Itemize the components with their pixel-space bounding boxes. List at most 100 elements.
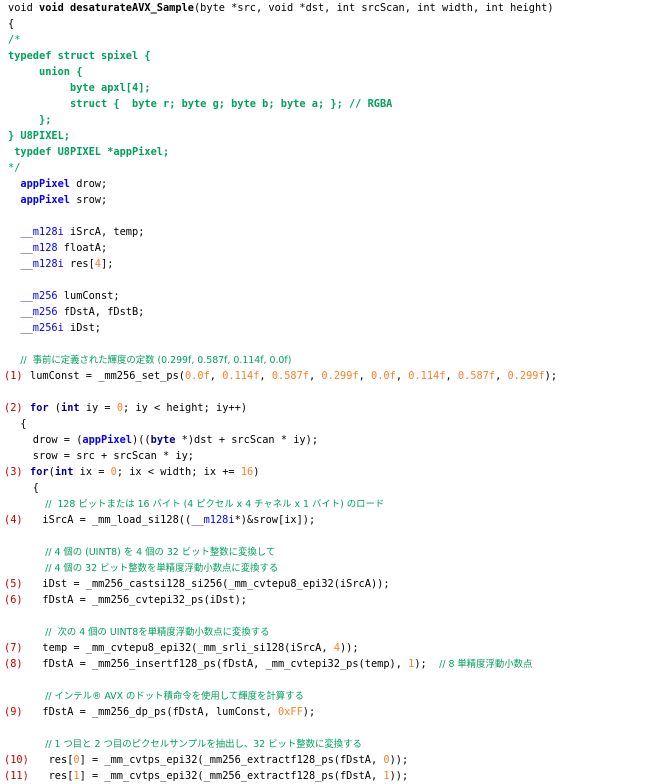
code-token: , [395, 370, 409, 382]
code-token: ; iy < height; iy++) [123, 402, 248, 414]
code-token: lumConst; [57, 290, 120, 302]
code-token: ix = [73, 466, 111, 478]
code-token: )); [389, 754, 409, 766]
code-line: /* [0, 32, 20, 48]
code-token: // 事前に定義された輝度の定数 (0.299f, 0.587f, 0.114f… [20, 355, 292, 366]
code-token: __m256 [20, 290, 58, 302]
code-token: 0.299f [507, 370, 545, 382]
code-token: __m256 [20, 306, 58, 318]
line-marker: (10) [4, 754, 29, 766]
code-token: fDstA = _mm256_insertf128_ps(fDstA, _mm_… [42, 658, 409, 670]
code-token: , [358, 370, 372, 382]
code-token: srow = src + srcScan * iy; [32, 450, 194, 462]
code-token: )(( [132, 434, 151, 446]
code-line: // 事前に定義された輝度の定数 (0.299f, 0.587f, 0.114f… [0, 352, 291, 368]
code-line: union { [0, 64, 82, 80]
code-token: res[ [48, 754, 74, 766]
code-line: (1) lumConst = _mm256_set_ps(0.0f, 0.114f… [0, 368, 557, 384]
code-token: void [8, 2, 39, 14]
code-token: ); [544, 370, 558, 382]
code-token: )); [389, 770, 409, 782]
code-line: (8) fDstA = _mm256_insertf128_ps(fDstA, _… [0, 656, 532, 672]
code-token: int [61, 402, 80, 414]
code-token: } U8PIXEL; [8, 130, 70, 142]
code-line: (10) res[0] = _mm_cvtps_epi32(_mm256_extr… [0, 752, 408, 768]
code-token: 0.587f [457, 370, 496, 382]
code-token: // 8 単精度浮動小数点 [439, 659, 533, 670]
code-token: fDstA = _mm256_dp_ps(fDstA, lumConst, [42, 706, 278, 718]
code-token: *)&srow[ix]); [234, 514, 316, 526]
code-line: { [0, 480, 39, 496]
code-token: ; ix < width; ix += [116, 466, 241, 478]
code-token: , [309, 370, 322, 382]
code-token: ]; [101, 258, 114, 270]
code-token: floatA; [57, 242, 108, 254]
code-line: typdef U8PIXEL *appPixel; [0, 144, 169, 160]
code-token: struct { byte r; byte g; byte b; byte a;… [70, 98, 393, 110]
code-token: /* [8, 34, 21, 46]
code-token: { [8, 18, 15, 30]
line-marker: (4) [4, 514, 23, 526]
code-token: ) [253, 466, 260, 478]
code-token: __m128 [20, 242, 58, 254]
code-token: __m128i [191, 514, 235, 526]
code-token: // 4 個の (UINT8) を 4 個の 32 ビット整数に変換して [45, 547, 276, 558]
line-marker: (3) [4, 466, 23, 478]
code-token: (byte *src, void *dst, int srcScan, int … [193, 2, 554, 14]
code-token: res[ [48, 770, 74, 782]
code-token: temp = _mm_cvtepu8_epi32(_mm_srli_si128(… [42, 642, 334, 654]
code-line: (4) iSrcA = _mm_load_si128((__m128i*)&sro… [0, 512, 315, 528]
code-line: __m128i res[4]; [0, 256, 113, 272]
code-token: , [445, 370, 458, 382]
code-line: (5) iDst = _mm256_castsi128_si256(_mm_cvt… [0, 576, 390, 592]
code-token: appPixel [20, 178, 70, 190]
code-token: iy = [79, 402, 117, 414]
code-token: int [54, 466, 74, 478]
code-token: 0.0f [184, 370, 210, 382]
code-token: }; [39, 114, 52, 126]
code-token: drow = ( [32, 434, 83, 446]
code-token: __m128i [20, 258, 64, 270]
code-line: } U8PIXEL; [0, 128, 70, 144]
code-line: (2) for (int iy = 0; iy < height; iy++) [0, 400, 247, 416]
code-token: // 次の 4 個の UINT8を単精度浮動小数点に変換する [45, 627, 270, 638]
code-token: 0.114f [222, 370, 260, 382]
line-marker: (9) [4, 706, 23, 718]
code-line: drow = (appPixel)((byte *)dst + srcScan … [0, 432, 318, 448]
line-marker: (7) [4, 642, 23, 654]
code-line: appPixel srow; [0, 192, 107, 208]
code-token: iSrcA, temp; [63, 226, 145, 238]
code-token: typdef U8PIXEL *appPixel; [8, 146, 170, 158]
code-token: // 4 個の 32 ビット整数を単精度浮動小数点に変換する [45, 563, 279, 574]
code-line: __m256i iDst; [0, 320, 101, 336]
code-token: res[ [63, 258, 95, 270]
code-token: { [20, 418, 27, 430]
code-token: 16 [240, 466, 254, 478]
code-token: */ [8, 162, 21, 174]
code-token: 0.0f [371, 370, 396, 382]
code-token: ( [48, 402, 62, 414]
code-token: typedef struct spixel { [8, 50, 151, 62]
code-token: *)dst + srcScan * iy); [175, 434, 319, 446]
code-line: }; [0, 112, 51, 128]
code-token: , [209, 370, 223, 382]
code-line: // 1 つ目と 2 つ目のピクセルサンプルを抽出し、32 ビット整数に変換する [0, 736, 362, 752]
code-token: appPixel [20, 194, 70, 206]
code-line: struct { byte r; byte g; byte b; byte a;… [0, 96, 392, 112]
line-marker: (6) [4, 594, 23, 606]
code-line: (7) temp = _mm_cvtepu8_epi32(_mm_srli_si1… [0, 640, 359, 656]
code-token: lumConst = _mm256_set_ps( [30, 370, 185, 382]
code-token: __m256i [20, 322, 64, 334]
code-line: */ [0, 160, 20, 176]
code-token: 0.114f [408, 370, 446, 382]
code-token: // 128 ビットまたは 16 バイト (4 ピクセル x 4 チャネル x … [45, 499, 385, 510]
code-token: ); [414, 658, 440, 670]
code-token: iSrcA = _mm_load_si128(( [42, 514, 192, 526]
code-token: // 1 つ目と 2 つ目のピクセルサンプルを抽出し、32 ビット整数に変換する [45, 739, 362, 750]
